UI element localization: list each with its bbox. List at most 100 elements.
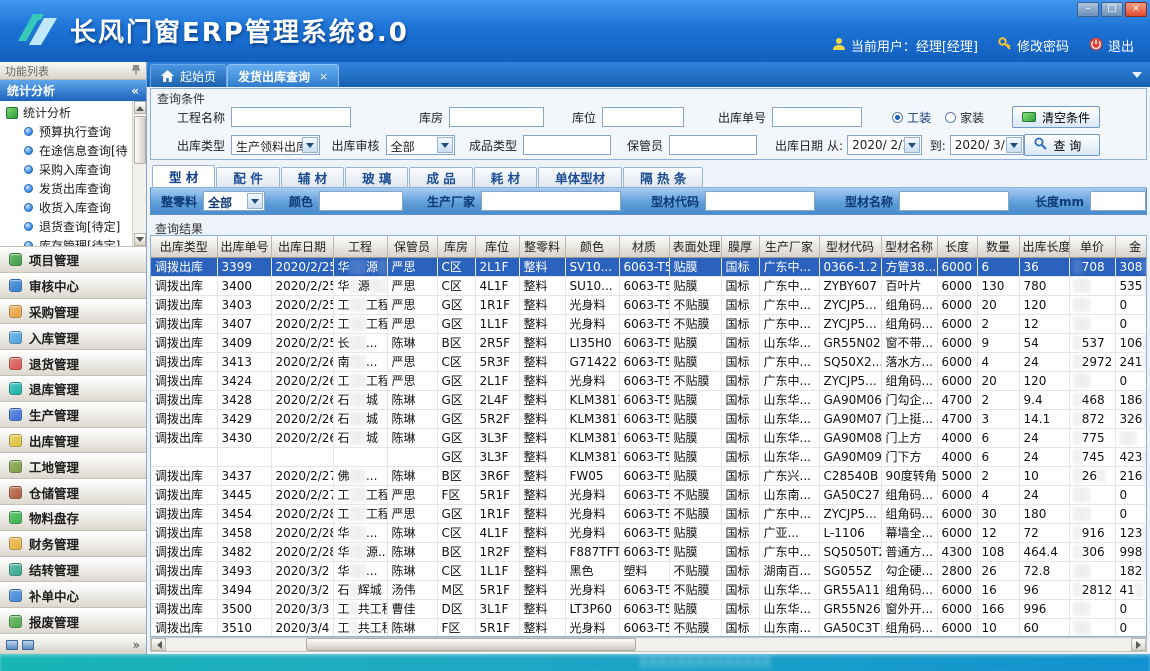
sidebar-menu-item[interactable]: 入库管理 xyxy=(0,324,146,350)
scrollbar-thumb[interactable] xyxy=(306,638,636,651)
tree-item[interactable]: 退货查询[待定] xyxy=(0,217,146,236)
sidebar-menu-item[interactable]: 生产管理 xyxy=(0,402,146,428)
logout-button[interactable]: 退出 xyxy=(1089,36,1134,55)
clear-conditions-button[interactable]: 清空条件 xyxy=(1012,106,1100,128)
table-row[interactable]: 调拨出库34282020/2/26石░░城陈琳G区2L4F整料KLM381760… xyxy=(151,390,1147,409)
column-header[interactable]: 长度 xyxy=(937,236,977,257)
table-row[interactable]: 调拨出库34942020/3/2石░辉城汤伟M区5R1F整料光身料6063-T5… xyxy=(151,580,1147,599)
tree-item[interactable]: 采购入库查询 xyxy=(0,160,146,179)
more-panels-icon[interactable]: » xyxy=(133,638,140,652)
scroll-up-icon[interactable] xyxy=(134,101,146,114)
column-header[interactable]: 型材名称 xyxy=(881,236,937,257)
chevron-down-icon[interactable] xyxy=(1006,137,1022,153)
profile-name-input[interactable] xyxy=(899,191,1009,211)
sidebar-menu-item[interactable]: 退库管理 xyxy=(0,376,146,402)
tree-root-statistics[interactable]: 统计分析 xyxy=(0,103,146,122)
column-header[interactable]: 金 xyxy=(1115,236,1147,257)
table-row[interactable]: 调拨出库34822020/2/28华░░源...陈琳B区1R2F整料F887TF… xyxy=(151,542,1147,561)
material-tab[interactable]: 成 品 xyxy=(409,167,472,187)
column-header[interactable]: 出库长度 xyxy=(1019,236,1069,257)
table-row[interactable]: 调拨出库35102020/3/4工░共工程陈琳F区5R1F整料光身料6063-T… xyxy=(151,618,1147,637)
sidebar-menu-item[interactable]: 报废管理 xyxy=(0,608,146,634)
sidebar-menu-item[interactable]: 工地管理 xyxy=(0,453,146,479)
warehouse-input[interactable] xyxy=(449,107,544,127)
change-password-link[interactable]: 修改密码 xyxy=(998,36,1069,55)
table-row[interactable]: G区3L3F整料KLM38176063-T5贴膜国标山东华...GA90M09.… xyxy=(151,447,1147,466)
tree-item[interactable]: 预算执行查询 xyxy=(0,122,146,141)
table-row[interactable]: 调拨出库34372020/2/27佛░░...陈琳B区3R6F整料FW05606… xyxy=(151,466,1147,485)
radio-gongzhuang[interactable] xyxy=(892,112,903,123)
column-header[interactable]: 整零料 xyxy=(519,236,565,257)
column-header[interactable]: 颜色 xyxy=(565,236,619,257)
table-row[interactable]: 调拨出库34582020/2/28华░░...陈琳C区4L1F整料光身料6063… xyxy=(151,523,1147,542)
table-row[interactable]: 调拨出库34932020/3/2华░░...陈琳C区1L1F整料黑色塑料不贴膜国… xyxy=(151,561,1147,580)
close-button[interactable]: × xyxy=(1125,2,1147,17)
search-button[interactable]: 查 询 xyxy=(1024,134,1100,156)
sidebar-menu-item[interactable]: 补单中心 xyxy=(0,582,146,608)
chevron-down-icon[interactable] xyxy=(247,193,263,209)
table-row[interactable]: 调拨出库34132020/2/26南░░...严思C区5R3F整料G714226… xyxy=(151,352,1147,371)
pin-icon[interactable] xyxy=(131,64,141,78)
column-header[interactable]: 库位 xyxy=(475,236,519,257)
color-input[interactable] xyxy=(319,191,403,211)
column-header[interactable]: 单价 xyxy=(1069,236,1115,257)
tree-item[interactable]: 在途信息查询[待 xyxy=(0,141,146,160)
scroll-left-icon[interactable] xyxy=(151,638,166,651)
tree-item[interactable]: 发货出库查询 xyxy=(0,179,146,198)
tab-shipment-outbound-query[interactable]: 发货出库查询 × xyxy=(227,64,339,87)
column-header[interactable]: 型材代码 xyxy=(819,236,881,257)
table-row[interactable]: 调拨出库34452020/2/27工░░工程严思F区5R1F整料光身料6063-… xyxy=(151,485,1147,504)
column-header[interactable]: 出库单号 xyxy=(217,236,271,257)
sidebar-menu-item[interactable]: 物料盘存 xyxy=(0,505,146,531)
material-tab[interactable]: 辅 材 xyxy=(281,167,344,187)
sidebar-menu-item[interactable]: 项目管理 xyxy=(0,247,146,273)
minimize-button[interactable]: – xyxy=(1077,2,1099,17)
profile-code-input[interactable] xyxy=(705,191,815,211)
sidebar-group-header[interactable]: 统计分析 « xyxy=(0,80,146,101)
tab-overflow-icon[interactable] xyxy=(1132,72,1142,83)
table-row[interactable]: 调拨出库34542020/2/28工░░工程严思G区1R1F整料光身料6063-… xyxy=(151,504,1147,523)
table-row[interactable]: 调拨出库34242020/2/26工░░工程严思G区2L1F整料光身料6063-… xyxy=(151,371,1147,390)
sidebar-menu-item[interactable]: 仓储管理 xyxy=(0,479,146,505)
chevron-down-icon[interactable] xyxy=(437,137,453,153)
horizontal-scrollbar[interactable] xyxy=(150,637,1147,652)
manufacturer-input[interactable] xyxy=(481,191,621,211)
outbound-audit-select[interactable]: 全部 xyxy=(386,135,455,155)
radio-jiazhuang[interactable] xyxy=(945,112,956,123)
keeper-input[interactable] xyxy=(669,135,757,155)
length-input[interactable] xyxy=(1090,191,1146,211)
sidebar-menu-item[interactable]: 采购管理 xyxy=(0,299,146,325)
table-row[interactable]: 调拨出库34002020/2/25华░源░░严思C区4L1F整料SU10...6… xyxy=(151,276,1147,295)
date-to-picker[interactable]: 2020/ 3/16 xyxy=(950,135,1025,155)
panel-icon[interactable] xyxy=(22,640,34,650)
column-header[interactable]: 膜厚 xyxy=(721,236,759,257)
material-tab[interactable]: 隔 热 条 xyxy=(623,167,703,187)
product-type-input[interactable] xyxy=(523,135,611,155)
chevron-down-icon[interactable] xyxy=(302,137,318,153)
table-row[interactable]: 调拨出库34072020/2/25工░░工程严思G区1L1F整料光身料6063-… xyxy=(151,314,1147,333)
column-header[interactable]: 库房 xyxy=(437,236,475,257)
date-from-picker[interactable]: 2020/ 2/16 xyxy=(847,135,922,155)
table-row[interactable]: 调拨出库34032020/2/25工░░工程严思G区1R1F整料光身料6063-… xyxy=(151,295,1147,314)
table-row[interactable]: 调拨出库34302020/2/26石░░城陈琳G区3L3F整料KLM381760… xyxy=(151,428,1147,447)
column-header[interactable]: 生产厂家 xyxy=(759,236,819,257)
column-header[interactable]: 数量 xyxy=(977,236,1019,257)
column-header[interactable]: 出库日期 xyxy=(271,236,333,257)
material-tab[interactable]: 单体型材 xyxy=(538,167,622,187)
sidebar-menu-item[interactable]: 退货管理 xyxy=(0,350,146,376)
whole-part-select[interactable]: 全部 xyxy=(203,191,265,211)
scroll-down-icon[interactable] xyxy=(134,233,146,246)
sidebar-menu-item[interactable]: 财务管理 xyxy=(0,531,146,557)
slot-input[interactable] xyxy=(602,107,684,127)
chevron-down-icon[interactable] xyxy=(904,137,920,153)
column-header[interactable]: 表面处理 xyxy=(669,236,721,257)
scroll-right-icon[interactable] xyxy=(1131,638,1146,651)
radio-gongzhuang-label[interactable]: 工装 xyxy=(907,109,931,126)
outbound-type-select[interactable]: 生产领料出库 xyxy=(231,135,320,155)
collapse-icon[interactable]: « xyxy=(131,84,139,98)
column-header[interactable]: 保管员 xyxy=(387,236,437,257)
table-row[interactable]: 调拨出库34292020/2/26石░░城陈琳G区5R2F整料KLM381760… xyxy=(151,409,1147,428)
table-row[interactable]: 调拨出库34092020/2/25长░░...陈琳B区2R5F整料LI35H06… xyxy=(151,333,1147,352)
tree-item[interactable]: 库存管理[待定] xyxy=(0,236,146,247)
project-name-input[interactable] xyxy=(231,107,351,127)
